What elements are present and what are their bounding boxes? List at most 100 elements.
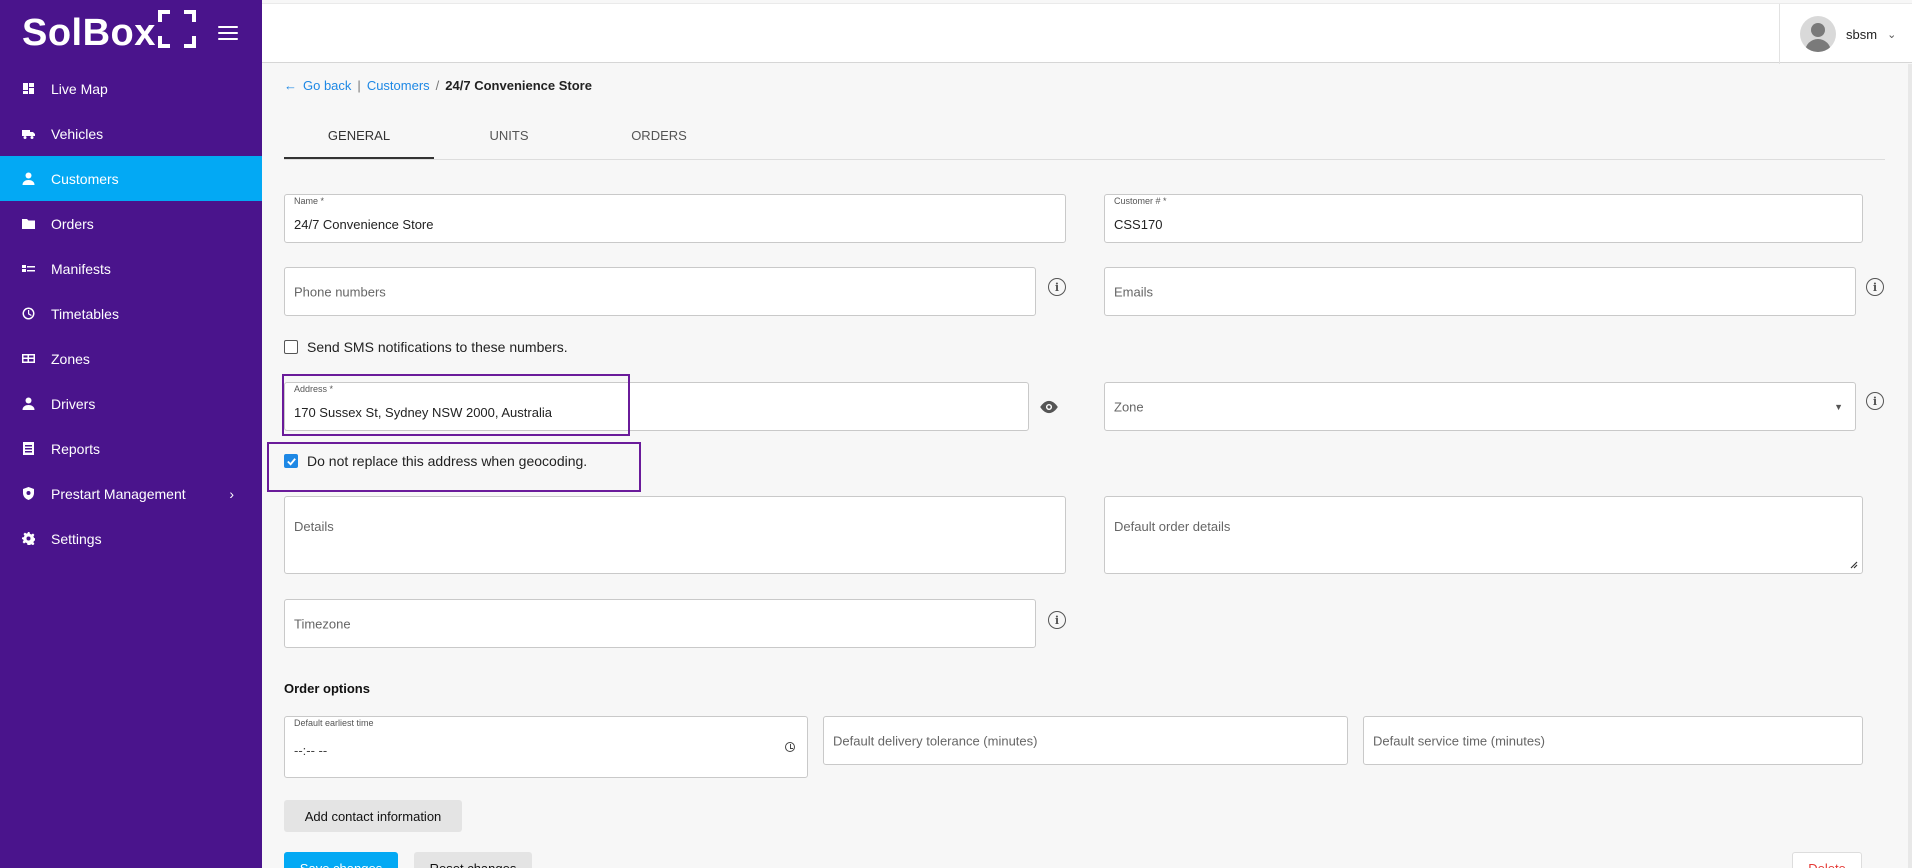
logo-text: SolBox <box>22 11 156 54</box>
sidebar-item-drivers[interactable]: Drivers <box>0 381 262 426</box>
breadcrumb-separator: | <box>357 78 361 93</box>
user-menu[interactable]: sbsm ⌄ <box>1779 4 1912 64</box>
details-field[interactable]: Details <box>284 496 1066 574</box>
phone-numbers-placeholder: Phone numbers <box>294 284 386 299</box>
customer-number-label: Customer # * <box>1114 196 1167 206</box>
breadcrumb-customers-link[interactable]: Customers <box>367 78 430 93</box>
resize-handle-icon[interactable] <box>1848 559 1858 569</box>
gear-icon <box>22 532 35 545</box>
person-icon <box>22 172 35 185</box>
clock-icon[interactable] <box>785 742 795 752</box>
details-placeholder: Details <box>294 519 334 534</box>
logo[interactable]: SolBox <box>22 10 196 55</box>
info-icon[interactable]: i <box>1866 392 1884 410</box>
reset-changes-button[interactable]: Reset changes <box>414 852 532 868</box>
service-time-field[interactable]: Default service time (minutes) <box>1363 716 1863 765</box>
emails-field[interactable]: Emails <box>1104 267 1856 316</box>
sidebar-item-label: Customers <box>51 170 119 187</box>
menu-toggle-icon[interactable] <box>218 26 238 40</box>
sidebar-item-label: Drivers <box>51 395 96 412</box>
tab-bar: GENERAL UNITS ORDERS <box>284 114 1885 160</box>
main-content: ← Go back | Customers / 24/7 Convenience… <box>262 64 1912 868</box>
breadcrumb: ← Go back | Customers / 24/7 Convenience… <box>284 78 592 93</box>
list-icon <box>22 262 35 275</box>
customer-number-field[interactable]: Customer # * <box>1104 194 1863 243</box>
sidebar-item-zones[interactable]: Zones <box>0 336 262 381</box>
tab-orders[interactable]: ORDERS <box>584 114 734 159</box>
brand-bar: SolBox <box>0 0 262 66</box>
service-time-placeholder: Default service time (minutes) <box>1373 733 1545 748</box>
shield-icon <box>22 487 35 500</box>
logo-frame-icon <box>157 10 196 48</box>
sms-notify-row[interactable]: Send SMS notifications to these numbers. <box>284 339 568 355</box>
emails-placeholder: Emails <box>1114 284 1154 299</box>
sidebar-item-customers[interactable]: Customers <box>0 156 262 201</box>
chevron-down-icon: ⌄ <box>1887 28 1897 41</box>
info-icon[interactable]: i <box>1866 278 1884 296</box>
default-earliest-time-label: Default earliest time <box>294 718 374 728</box>
sidebar-item-reports[interactable]: Reports <box>0 426 262 471</box>
report-icon <box>22 442 35 455</box>
save-changes-button[interactable]: Save changes <box>284 852 398 868</box>
delete-button[interactable]: Delete <box>1792 852 1862 868</box>
username: sbsm <box>1846 26 1878 42</box>
avatar <box>1800 16 1836 52</box>
zone-select[interactable]: Zone ▼ <box>1104 382 1856 431</box>
name-input[interactable] <box>294 217 1054 232</box>
sidebar-item-live-map[interactable]: Live Map <box>0 66 262 111</box>
customer-number-input[interactable] <box>1114 217 1851 232</box>
sidebar-nav: Live Map Vehicles Customers Orders Manifests… <box>0 66 262 561</box>
sidebar-item-prestart-management[interactable]: Prestart Management › <box>0 471 262 516</box>
default-earliest-time-value: --:-- -- <box>294 743 328 758</box>
default-order-details-placeholder: Default order details <box>1114 519 1231 534</box>
name-label: Name * <box>294 196 325 206</box>
dashboard-icon <box>22 82 35 95</box>
tab-units[interactable]: UNITS <box>434 114 584 159</box>
info-icon[interactable]: i <box>1048 278 1066 296</box>
person-icon <box>22 397 35 410</box>
sidebar-item-label: Live Map <box>51 80 108 97</box>
default-earliest-time-field[interactable]: Default earliest time --:-- -- <box>284 716 808 778</box>
sidebar-item-label: Settings <box>51 530 102 547</box>
timezone-field[interactable]: Timezone <box>284 599 1036 648</box>
sidebar-item-label: Zones <box>51 350 90 367</box>
breadcrumb-current: 24/7 Convenience Store <box>445 78 592 93</box>
go-back-link[interactable]: Go back <box>303 78 351 93</box>
sidebar-item-manifests[interactable]: Manifests <box>0 246 262 291</box>
sms-notify-checkbox[interactable] <box>284 340 298 354</box>
sidebar-item-label: Timetables <box>51 305 119 322</box>
address-highlight-box <box>282 374 630 436</box>
zone-placeholder: Zone <box>1114 399 1144 414</box>
delivery-tolerance-field[interactable]: Default delivery tolerance (minutes) <box>823 716 1348 765</box>
sms-notify-label: Send SMS notifications to these numbers. <box>307 339 568 355</box>
eye-icon[interactable] <box>1038 400 1060 414</box>
timezone-placeholder: Timezone <box>294 616 351 631</box>
name-field[interactable]: Name * <box>284 194 1066 243</box>
clock-icon <box>22 307 35 320</box>
sidebar-item-label: Manifests <box>51 260 111 277</box>
sidebar-item-orders[interactable]: Orders <box>0 201 262 246</box>
truck-icon <box>22 127 35 140</box>
delivery-tolerance-placeholder: Default delivery tolerance (minutes) <box>833 733 1038 748</box>
sidebar-item-settings[interactable]: Settings <box>0 516 262 561</box>
info-icon[interactable]: i <box>1048 611 1066 629</box>
top-bar: sbsm ⌄ <box>262 3 1912 64</box>
phone-numbers-field[interactable]: Phone numbers <box>284 267 1036 316</box>
add-contact-button[interactable]: Add contact information <box>284 800 462 832</box>
chevron-right-icon: › <box>229 485 234 502</box>
arrow-left-icon[interactable]: ← <box>284 78 297 93</box>
default-order-details-field[interactable]: Default order details <box>1104 496 1863 574</box>
scrollbar[interactable] <box>1908 64 1912 868</box>
sidebar-item-label: Reports <box>51 440 101 457</box>
tab-general[interactable]: GENERAL <box>284 114 434 159</box>
dropdown-arrow-icon: ▼ <box>1834 401 1843 412</box>
sidebar-item-label: Orders <box>51 215 94 232</box>
sidebar-item-vehicles[interactable]: Vehicles <box>0 111 262 156</box>
sidebar: SolBox Live Map Vehicles Customers Orders Ma… <box>0 0 262 868</box>
sidebar-item-timetables[interactable]: Timetables <box>0 291 262 336</box>
order-options-title: Order options <box>284 681 370 696</box>
sidebar-item-label: Prestart Management <box>51 485 186 502</box>
checkbox-highlight-box <box>267 442 641 492</box>
folder-icon <box>22 217 35 230</box>
breadcrumb-separator: / <box>435 78 440 93</box>
